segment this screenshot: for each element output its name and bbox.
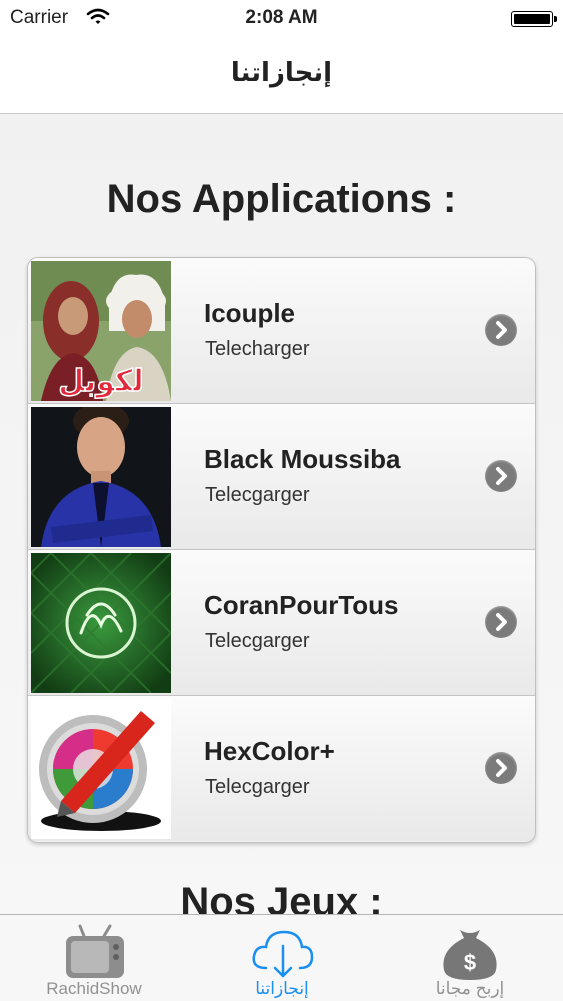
- app-title: HexColor+: [204, 736, 335, 766]
- chevron-right-icon[interactable]: [485, 752, 517, 784]
- tv-icon: [0, 920, 188, 980]
- app-subtitle: Telecgarger: [205, 776, 310, 798]
- clock: 2:08 AM: [245, 7, 318, 28]
- chevron-right-icon[interactable]: [485, 460, 517, 492]
- couple-poster-icon: لكوبل: [31, 261, 171, 401]
- app-title: Icouple: [204, 298, 296, 328]
- app-subtitle: Telecgarger: [205, 484, 310, 506]
- color-picker-icon: [31, 699, 171, 839]
- scroll-content[interactable]: Nos Applications : لكوبل Icouple Telecha…: [0, 114, 563, 914]
- app-row-coranpourtous[interactable]: CoranPourTous Telecgarger: [28, 550, 535, 696]
- tab-bar: RachidShow إنجازاتنا $ إربح مجانا: [0, 914, 563, 1001]
- tab-earn-free[interactable]: $ إربح مجانا: [376, 915, 563, 1001]
- navigation-bar: إنجازاتنا: [0, 38, 563, 114]
- apps-section-title: Nos Applications :: [106, 177, 457, 221]
- quran-calligraphy-icon: [31, 553, 171, 693]
- tab-label: إنجازاتنا: [255, 979, 309, 998]
- app-title: Black Moussiba: [204, 444, 401, 474]
- tab-label: إربح مجانا: [435, 979, 505, 998]
- page-title: إنجازاتنا: [230, 58, 333, 88]
- app-row-hexcolor[interactable]: HexColor+ Telecgarger: [28, 696, 535, 841]
- icouple-logo-text: لكوبل: [58, 364, 144, 399]
- apps-list: لكوبل Icouple Telecharger Black Moussiba…: [27, 257, 536, 843]
- status-bar: Carrier 2:08 AM: [0, 0, 563, 38]
- tab-label: RachidShow: [46, 979, 142, 998]
- app-row-black-moussiba[interactable]: Black Moussiba Telecgarger: [28, 404, 535, 550]
- app-title: CoranPourTous: [204, 590, 399, 620]
- tab-rachidshow[interactable]: RachidShow: [0, 915, 188, 1001]
- man-portrait-icon: [31, 407, 171, 547]
- cloud-download-icon: [188, 920, 376, 980]
- app-subtitle: Telecgarger: [205, 630, 310, 652]
- svg-text:$: $: [464, 950, 476, 975]
- app-subtitle: Telecharger: [205, 338, 310, 360]
- money-bag-icon: $: [376, 920, 563, 980]
- games-section-title: Nos Jeux :: [180, 880, 383, 914]
- tab-achievements[interactable]: إنجازاتنا: [188, 915, 376, 1001]
- chevron-right-icon[interactable]: [485, 314, 517, 346]
- chevron-right-icon[interactable]: [485, 606, 517, 638]
- battery-icon: [511, 11, 557, 27]
- app-row-icouple[interactable]: لكوبل Icouple Telecharger: [28, 258, 535, 404]
